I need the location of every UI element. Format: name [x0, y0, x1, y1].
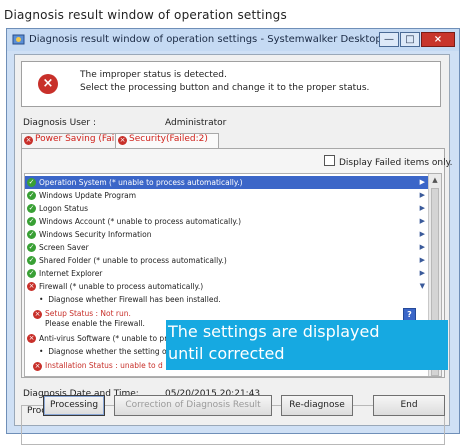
expand-arrow-icon[interactable]: ▶: [420, 202, 425, 215]
item-label: Operation System (* unable to process au…: [39, 178, 243, 187]
expand-arrow-icon[interactable]: ▶: [420, 176, 425, 189]
list-item[interactable]: ✓ Operation System (* unable to process a…: [25, 176, 429, 189]
list-item[interactable]: ✓ Windows Security Information ▶: [25, 228, 429, 241]
callout-annotation: The settings are displayed until correct…: [166, 320, 448, 370]
tab-power-saving[interactable]: ×Power Saving (Failed:3): [21, 133, 116, 149]
tab-label: Security(Failed:2): [129, 134, 208, 144]
status-message-line2: Select the processing button and change …: [80, 83, 370, 93]
status-message-box: × The improper status is detected. Selec…: [21, 61, 441, 107]
item-label: Shared Folder (* unable to process autom…: [39, 256, 227, 265]
check-icon: ✓: [27, 230, 36, 239]
title-bar[interactable]: Diagnosis result window of operation set…: [7, 29, 459, 51]
item-label: Firewall (* unable to process automatica…: [39, 282, 204, 291]
callout-line1: The settings are displayed: [168, 322, 380, 341]
check-icon: ✓: [27, 269, 36, 278]
expand-arrow-icon[interactable]: ▶: [420, 254, 425, 267]
check-icon: ✓: [27, 204, 36, 213]
list-item[interactable]: × Firewall (* unable to process automatic…: [25, 280, 429, 293]
expand-arrow-icon[interactable]: ▶: [420, 228, 425, 241]
scroll-up-arrow-icon[interactable]: ▲: [429, 174, 441, 186]
firewall-setup-hint: Please enable the Firewall.: [45, 319, 145, 328]
error-icon: ×: [27, 334, 36, 343]
check-icon: ✓: [27, 243, 36, 252]
item-label: Windows Account (* unable to process aut…: [39, 217, 242, 226]
window-client-area: × The improper status is detected. Selec…: [14, 54, 453, 445]
checkbox-box[interactable]: [324, 155, 335, 166]
setup-status-text: Setup Status : Not run.: [45, 309, 131, 318]
maximize-button[interactable]: □: [400, 32, 420, 47]
expand-arrow-icon[interactable]: ▶: [420, 215, 425, 228]
item-label: Internet Explorer: [39, 269, 103, 278]
expand-arrow-icon[interactable]: ▶: [420, 189, 425, 202]
item-label: Logon Status: [39, 204, 89, 213]
diagnosis-user-label: Diagnosis User :: [23, 118, 97, 128]
app-icon: [12, 34, 25, 45]
error-icon: ×: [33, 362, 42, 371]
window-title: Diagnosis result window of operation set…: [29, 34, 379, 45]
antivirus-install-status: × Installation Status : unable to d: [33, 361, 163, 371]
check-icon: ✓: [27, 256, 36, 265]
list-item[interactable]: ✓ Screen Saver ▶: [25, 241, 429, 254]
collapse-arrow-icon[interactable]: ▼: [420, 280, 425, 293]
diagnosis-user-value: Administrator: [165, 118, 227, 128]
callout-line2: until corrected: [168, 344, 285, 363]
item-label: Windows Update Program: [39, 191, 137, 200]
install-status-text: Installation Status : unable to d: [45, 361, 163, 370]
figure-caption: Diagnosis result window of operation set…: [4, 8, 287, 22]
expand-arrow-icon[interactable]: ▶: [420, 241, 425, 254]
display-failed-checkbox[interactable]: Display Failed items only.: [324, 155, 453, 168]
list-item[interactable]: ✓ Shared Folder (* unable to process auto…: [25, 254, 429, 267]
firewall-setup-status: × Setup Status : Not run.: [33, 309, 131, 319]
diagnosis-window: Diagnosis result window of operation set…: [6, 28, 460, 445]
error-icon: ×: [27, 282, 36, 291]
tab-label: Power Saving (Failed:3): [35, 134, 116, 144]
checkbox-label: Display Failed items only.: [339, 158, 453, 168]
list-item[interactable]: ✓ Windows Account (* unable to process au…: [25, 215, 429, 228]
status-message-line1: The improper status is detected.: [80, 70, 227, 80]
list-item[interactable]: ✓ Internet Explorer ▶: [25, 267, 429, 280]
firewall-detail-bullet: • Diagnose whether Firewall has been ins…: [39, 295, 221, 304]
minimize-button[interactable]: —: [379, 32, 399, 47]
bullet-text: Diagnose whether the setting o: [48, 347, 167, 356]
antivirus-detail-bullet: • Diagnose whether the setting o: [39, 347, 167, 356]
expand-arrow-icon[interactable]: ▶: [420, 267, 425, 280]
correction-of-diagnosis-result-button[interactable]: Correction of Diagnosis Result: [114, 395, 272, 416]
item-label: Anti-virus Software (* unable to pr: [39, 334, 168, 343]
error-icon: ×: [38, 74, 58, 94]
check-icon: ✓: [27, 191, 36, 200]
error-icon: ×: [33, 310, 42, 319]
processing-button[interactable]: Processing: [43, 395, 105, 416]
list-item[interactable]: ✓ Windows Update Program ▶: [25, 189, 429, 202]
error-icon: ×: [24, 136, 33, 145]
error-icon: ×: [118, 136, 127, 145]
close-button[interactable]: ×: [421, 32, 455, 47]
bullet-text: Diagnose whether Firewall has been insta…: [48, 295, 221, 304]
end-button[interactable]: End: [373, 395, 445, 416]
re-diagnose-button[interactable]: Re-diagnose: [281, 395, 353, 416]
item-label: Screen Saver: [39, 243, 89, 252]
tab-security[interactable]: × Security(Failed:2): [115, 133, 219, 149]
check-icon: ✓: [27, 217, 36, 226]
list-item[interactable]: ✓ Logon Status ▶: [25, 202, 429, 215]
item-label: Windows Security Information: [39, 230, 152, 239]
check-icon: ✓: [27, 178, 36, 187]
